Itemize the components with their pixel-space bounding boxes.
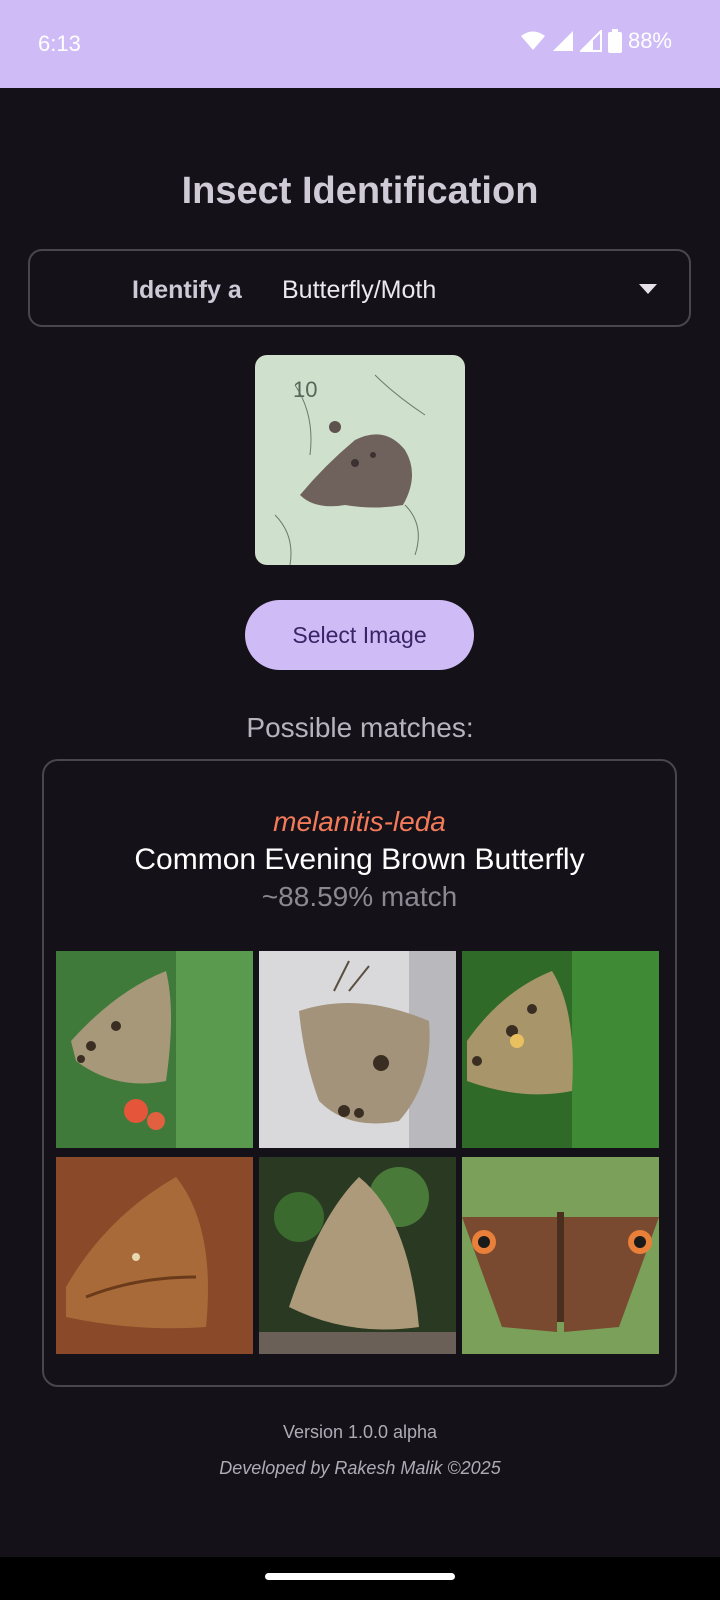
- app-version: Version 1.0.0 alpha: [282, 1422, 438, 1442]
- dropdown-selected-value[interactable]: Butterfly/Moth: [282, 276, 436, 305]
- reference-image-grid: [56, 951, 663, 1360]
- page-title: Insect Identification: [181, 170, 539, 212]
- reference-image[interactable]: [259, 951, 456, 1148]
- reference-image[interactable]: [56, 951, 253, 1148]
- wifi-icon: [520, 31, 545, 50]
- status-time: 6:13: [38, 31, 81, 56]
- species-name[interactable]: melanitis-leda: [44, 806, 675, 838]
- insect-type-dropdown[interactable]: Identify a Butterfly/Moth: [28, 249, 691, 327]
- reference-image[interactable]: [56, 1157, 253, 1354]
- navigation-bar: [0, 1557, 720, 1600]
- battery-icon: [607, 29, 622, 53]
- status-bar: 6:13 88%: [0, 0, 720, 88]
- developer-credit: Developed by Rakesh Malik ©2025: [219, 1458, 501, 1478]
- signal-icon: [552, 31, 573, 51]
- common-name: Common Evening Brown Butterfly: [134, 843, 585, 876]
- selected-image-preview: 10: [255, 355, 465, 565]
- status-icons: 88%: [520, 28, 672, 54]
- dropdown-label: Identify a: [132, 276, 242, 304]
- reference-image[interactable]: [259, 1157, 456, 1354]
- svg-text:10: 10: [293, 377, 317, 402]
- match-card: melanitis-leda Common Evening Brown Butt…: [42, 759, 677, 1387]
- match-confidence: ~88.59% match: [261, 881, 458, 912]
- possible-matches-heading: Possible matches:: [246, 712, 474, 743]
- dropdown-arrow-icon[interactable]: [639, 284, 657, 294]
- select-image-button[interactable]: Select Image: [245, 600, 474, 670]
- reference-image[interactable]: [462, 1157, 659, 1354]
- signal-icon: [579, 30, 602, 52]
- gesture-handle[interactable]: [265, 1573, 455, 1580]
- reference-image[interactable]: [462, 951, 659, 1148]
- battery-level: 88%: [627, 28, 672, 53]
